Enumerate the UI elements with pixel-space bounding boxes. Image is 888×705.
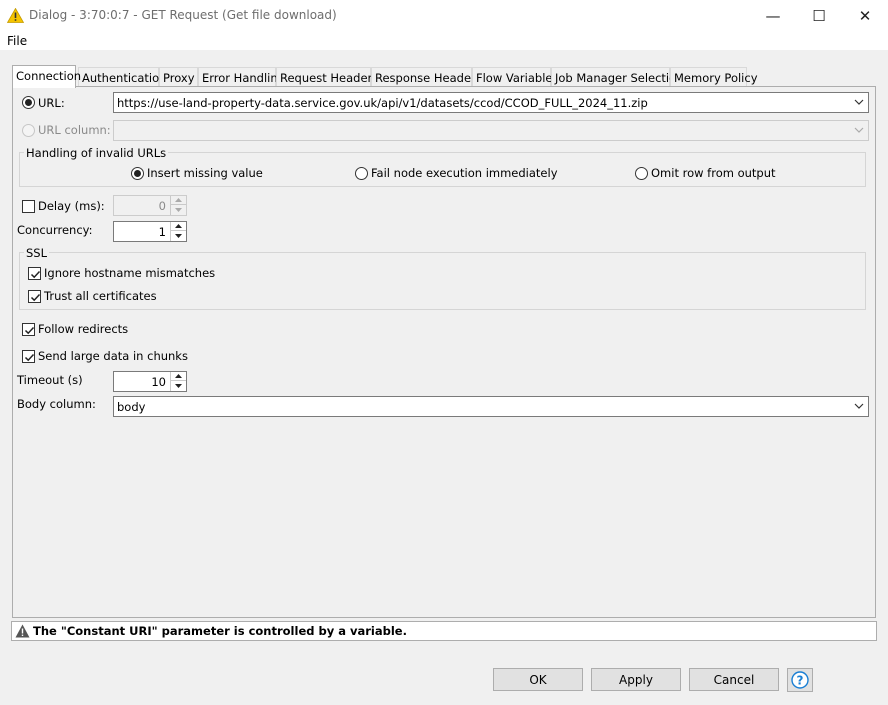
window-title: Dialog - 3:70:0:7 - GET Request (Get fil… xyxy=(29,8,337,22)
maximize-button[interactable]: ☐ xyxy=(796,0,842,31)
omit-row-label: Omit row from output xyxy=(651,166,776,180)
ignore-hostname-checkbox[interactable] xyxy=(28,267,41,280)
concurrency-spinner[interactable]: 1 xyxy=(113,221,187,242)
omit-row-radio[interactable] xyxy=(635,167,648,180)
help-icon: ? xyxy=(791,671,809,689)
spinner-down-icon[interactable] xyxy=(171,205,186,214)
status-bar: The "Constant URI" parameter is controll… xyxy=(11,621,877,641)
url-radio[interactable] xyxy=(22,96,35,109)
apply-button[interactable]: Apply xyxy=(591,668,681,691)
menu-file[interactable]: File xyxy=(7,34,27,48)
timeout-spinner-buttons xyxy=(170,372,186,391)
fail-node-label: Fail node execution immediately xyxy=(371,166,558,180)
insert-missing-label: Insert missing value xyxy=(147,166,263,180)
maximize-icon: ☐ xyxy=(812,6,826,25)
invalid-urls-title: Handling of invalid URLs xyxy=(24,146,169,160)
url-column-label: URL column: xyxy=(38,123,111,137)
body-column-select[interactable]: body xyxy=(113,396,869,417)
trust-all-checkbox[interactable] xyxy=(28,290,41,303)
warning-icon xyxy=(15,624,30,638)
timeout-label: Timeout (s) xyxy=(17,373,83,387)
tab-flow-variables[interactable]: Flow Variables xyxy=(472,67,558,87)
url-value: https://use-land-property-data.service.g… xyxy=(117,96,648,110)
fail-node-radio[interactable] xyxy=(355,167,368,180)
chevron-down-icon xyxy=(854,403,864,409)
ssl-title: SSL xyxy=(24,246,50,260)
status-message: The "Constant URI" parameter is controll… xyxy=(33,624,407,638)
svg-text:?: ? xyxy=(797,674,804,688)
url-label: URL: xyxy=(38,96,65,110)
concurrency-spinner-buttons xyxy=(170,222,186,241)
send-chunks-checkbox[interactable] xyxy=(22,350,35,363)
trust-all-label: Trust all certificates xyxy=(44,289,157,303)
tab-response-headers[interactable]: Response Headers xyxy=(371,67,482,87)
body-column-label: Body column: xyxy=(17,397,96,411)
tab-job-manager-selection[interactable]: Job Manager Selection xyxy=(551,67,683,87)
concurrency-value: 1 xyxy=(158,225,166,239)
chevron-down-icon xyxy=(854,127,864,133)
title-bar: Dialog - 3:70:0:7 - GET Request (Get fil… xyxy=(0,0,888,31)
minimize-button[interactable]: — xyxy=(750,0,796,31)
tab-authentication[interactable]: Authentication xyxy=(78,67,166,87)
url-input[interactable]: https://use-land-property-data.service.g… xyxy=(113,92,869,113)
spinner-up-icon[interactable] xyxy=(171,372,186,381)
body-column-value: body xyxy=(117,400,146,414)
url-column-select[interactable] xyxy=(113,120,869,141)
send-chunks-label: Send large data in chunks xyxy=(38,349,188,363)
url-column-radio[interactable] xyxy=(22,124,35,137)
spinner-down-icon[interactable] xyxy=(171,231,186,240)
spinner-up-icon[interactable] xyxy=(171,196,186,205)
tab-connection[interactable]: Connection xyxy=(12,65,81,88)
insert-missing-radio[interactable] xyxy=(131,167,144,180)
delay-spinner-buttons xyxy=(170,196,186,215)
delay-label: Delay (ms): xyxy=(38,199,105,213)
tab-request-headers[interactable]: Request Headers xyxy=(276,67,378,87)
ignore-hostname-label: Ignore hostname mismatches xyxy=(44,266,216,280)
warning-icon xyxy=(7,8,24,23)
tab-error-handling[interactable]: Error Handling xyxy=(198,67,285,87)
delay-value: 0 xyxy=(158,199,166,213)
chevron-down-icon xyxy=(854,99,864,105)
delay-checkbox[interactable] xyxy=(22,200,35,213)
help-button[interactable]: ? xyxy=(787,668,813,692)
timeout-value: 10 xyxy=(151,375,166,389)
spinner-down-icon[interactable] xyxy=(171,381,186,390)
spinner-up-icon[interactable] xyxy=(171,222,186,231)
concurrency-label: Concurrency: xyxy=(17,223,93,237)
ok-button[interactable]: OK xyxy=(493,668,583,691)
delay-spinner[interactable]: 0 xyxy=(113,195,187,216)
close-icon: ✕ xyxy=(858,6,872,25)
follow-redirects-checkbox[interactable] xyxy=(22,323,35,336)
menu-bar: File xyxy=(0,31,888,50)
close-button[interactable]: ✕ xyxy=(842,0,888,31)
tab-memory-policy[interactable]: Memory Policy xyxy=(670,67,758,87)
follow-redirects-label: Follow redirects xyxy=(38,322,129,336)
timeout-spinner[interactable]: 10 xyxy=(113,371,187,392)
tab-proxy[interactable]: Proxy xyxy=(159,67,198,87)
cancel-button[interactable]: Cancel xyxy=(689,668,779,691)
minimize-icon: — xyxy=(765,6,781,25)
